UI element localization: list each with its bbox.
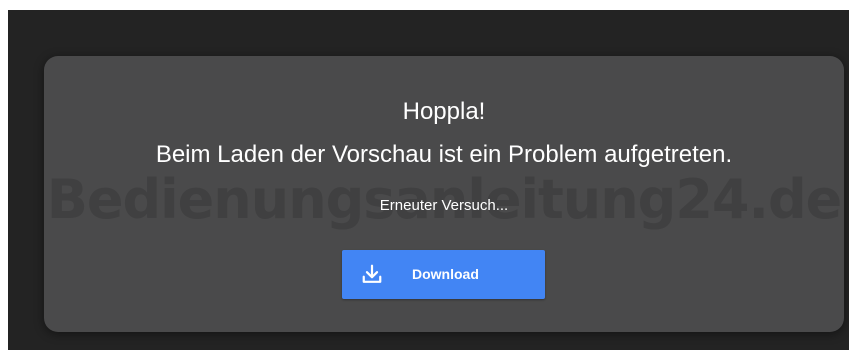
error-dialog: Bedienungsanleitung24.de Hoppla! Beim La… bbox=[44, 56, 844, 332]
download-button[interactable]: Download bbox=[342, 250, 545, 299]
download-button-label: Download bbox=[412, 266, 479, 282]
preview-viewer: Bedienungsanleitung24.de Hoppla! Beim La… bbox=[8, 10, 849, 350]
download-icon bbox=[362, 264, 382, 283]
error-title: Hoppla! bbox=[402, 98, 486, 125]
retry-link[interactable]: Erneuter Versuch... bbox=[44, 197, 844, 215]
error-message: Beim Laden der Vorschau ist ein Problem … bbox=[155, 141, 733, 168]
